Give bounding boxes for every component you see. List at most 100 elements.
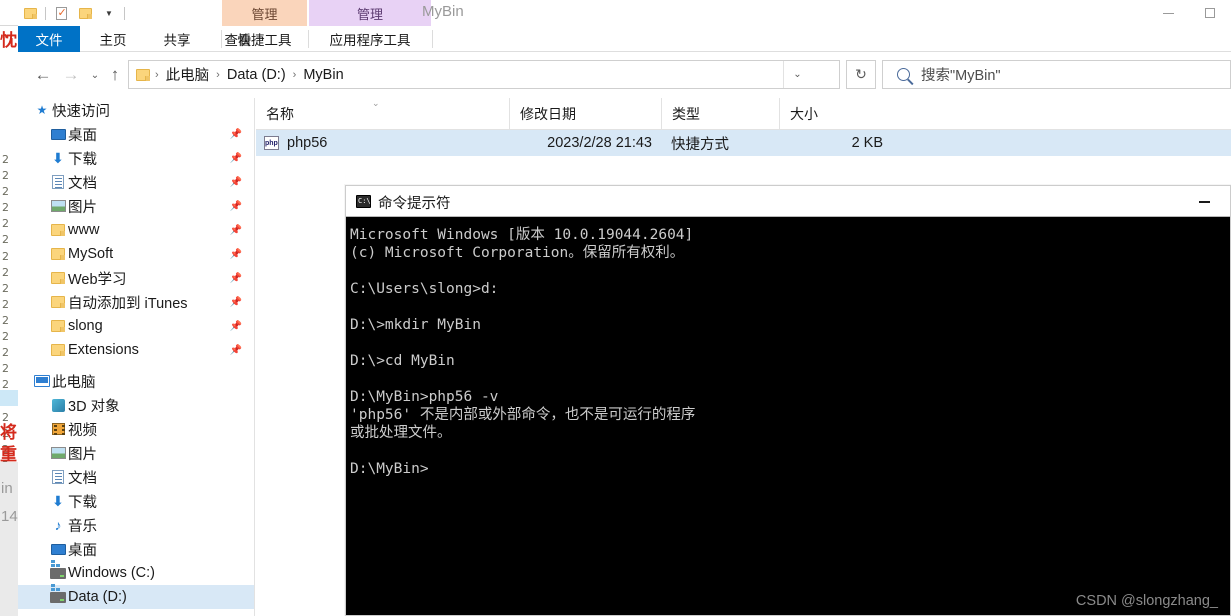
drive-icon [48,587,68,603]
sidebar-item-downloads-pc[interactable]: ⬇ 下载 [18,489,254,513]
sidebar-item-www[interactable]: www 📌 [18,218,254,242]
tab-application-tools[interactable]: 应用程序工具 [309,26,431,52]
address-bar[interactable]: › 此电脑 › Data (D:) › MyBin ⌄ [128,60,840,89]
breadcrumb-mybin[interactable]: MyBin [301,67,345,83]
column-header-type[interactable]: 类型 [661,98,779,130]
new-folder-icon[interactable] [73,1,97,25]
sidebar-item-label: slong [68,318,103,334]
column-label-type: 类型 [672,106,700,122]
tab-shortcut-tools[interactable]: 快捷工具 [222,26,307,52]
sidebar-item-documents[interactable]: 文档 📌 [18,170,254,194]
pin-icon[interactable]: 📌 [230,129,242,140]
pin-icon[interactable]: 📌 [230,177,242,188]
sidebar-group-quick-access[interactable]: ★ 快速访问 [18,98,254,122]
contextual-group-label-1: 管理 [251,6,278,22]
console-line: D:\MyBin>php56 -v [350,389,499,405]
recent-locations-icon[interactable]: ⌄ [84,64,106,86]
sidebar-item-label: www [68,222,100,238]
pin-icon[interactable]: 📌 [230,249,242,260]
pin-icon[interactable]: 📌 [230,201,242,212]
column-header-modified[interactable]: 修改日期 [509,98,661,130]
pin-star-icon: ★ [36,103,48,117]
column-header-name[interactable]: 名称 ⌄ [256,98,509,130]
download-icon: ⬇ [52,150,64,166]
maximize-button[interactable] [1189,0,1231,26]
sidebar-group-this-pc[interactable]: 此电脑 [18,369,254,393]
watermark: CSDN @slongzhang_ [1075,593,1218,609]
download-icon: ⬇ [52,493,64,509]
pin-icon[interactable]: 📌 [230,321,242,332]
sidebar-item-downloads[interactable]: ⬇ 下载 📌 [18,146,254,170]
background-window-sliver: 忱 222 222 222 222 222 222 222 222 将 重 in… [0,0,18,616]
console-line: (c) Microsoft Corporation。保留所有权利。 [350,245,685,261]
pin-icon[interactable]: 📌 [230,153,242,164]
sidebar-item-documents-pc[interactable]: 文档 [18,465,254,489]
address-folder-icon [136,68,150,81]
minimize-button[interactable] [1147,0,1189,26]
navigation-pane[interactable]: ★ 快速访问 桌面 📌 ⬇ 下载 📌 文档 📌 图片 📌 www 📌 MySof… [18,98,255,616]
sidebar-item-3d-objects[interactable]: 3D 对象 [18,393,254,417]
titlebar: ▼ 管理 管理 MyBin [18,0,1231,26]
command-prompt-window[interactable]: 命令提示符 Microsoft Windows [版本 10.0.19044.2… [345,185,1231,616]
tab-home[interactable]: 主页 [80,26,146,52]
sidebar-item-label: 图片 [68,199,97,216]
breadcrumb-data-d[interactable]: Data (D:) [225,67,288,83]
column-header-size[interactable]: 大小 [779,98,879,130]
console-output[interactable]: Microsoft Windows [版本 10.0.19044.2604] (… [346,217,1230,615]
console-minimize-button[interactable] [1188,186,1220,217]
address-dropdown-icon[interactable]: ⌄ [783,61,811,88]
breadcrumb-separator-0: › [155,68,159,81]
sidebar-item-label: 图片 [68,446,97,463]
sidebar-label-this-pc: 此电脑 [52,374,96,391]
sidebar-item-desktop[interactable]: 桌面 📌 [18,122,254,146]
folder-icon [48,272,68,284]
sidebar-item-extensions[interactable]: Extensions 📌 [18,338,254,362]
breadcrumb-this-pc[interactable]: 此电脑 [164,64,212,85]
pin-icon[interactable]: 📌 [230,225,242,236]
sidebar-item-label: 3D 对象 [68,398,120,415]
file-name-cell[interactable]: php56 [264,130,327,156]
sidebar-item-data-d[interactable]: Data (D:) [18,585,254,609]
folder-icon[interactable] [18,1,42,25]
search-box[interactable]: 搜索"MyBin" [882,60,1231,89]
sidebar-item-label: 文档 [68,175,97,192]
sidebar-item-label: Extensions [68,342,139,358]
pin-icon[interactable]: 📌 [230,345,242,356]
desktop-icon [48,128,68,140]
table-row[interactable]: php56 2023/2/28 21:43 快捷方式 2 KB [256,130,1231,156]
customize-dropdown-icon[interactable]: ▼ [97,1,121,25]
sidebar-item-videos[interactable]: 视频 [18,417,254,441]
sidebar-item-mysoft[interactable]: MySoft 📌 [18,242,254,266]
refresh-button[interactable]: ↻ [846,60,876,89]
sidebar-item-desktop-pc[interactable]: 桌面 [18,537,254,561]
tab-divider-3 [432,30,433,48]
sidebar-item-pictures-pc[interactable]: 图片 [18,441,254,465]
sidebar-item-web-study[interactable]: Web学习 📌 [18,266,254,290]
contextual-group-header-application-tools: 管理 [309,0,431,26]
refresh-icon: ↻ [855,66,867,82]
tab-file[interactable]: 文件 [18,26,80,52]
sidebar-item-slong[interactable]: slong 📌 [18,314,254,338]
properties-icon[interactable] [49,1,73,25]
sidebar-label-quick-access: 快速访问 [52,103,110,120]
forward-icon[interactable]: → [60,64,82,86]
console-line: D:\>mkdir MyBin [350,317,481,333]
background-selected-row [0,390,18,406]
up-icon[interactable]: ↑ [104,64,126,86]
background-red-char-1: 忱 [0,31,17,51]
background-window-titlebar [0,0,18,26]
back-icon[interactable]: ← [32,64,54,86]
sidebar-item-pictures[interactable]: 图片 📌 [18,194,254,218]
sidebar-item-windows-c[interactable]: Windows (C:) [18,561,254,585]
column-label-name: 名称 [266,106,294,122]
pin-icon[interactable]: 📌 [230,273,242,284]
tab-share[interactable]: 共享 [146,26,208,52]
sidebar-item-music[interactable]: ♪ 音乐 [18,513,254,537]
search-input[interactable]: 搜索"MyBin" [921,64,1001,85]
pin-icon[interactable]: 📌 [230,297,242,308]
breadcrumb-separator-1: › [216,68,220,81]
column-label-size: 大小 [790,106,818,122]
toolbar-divider [45,6,46,20]
sidebar-item-itunes-auto-add[interactable]: 自动添加到 iTunes 📌 [18,290,254,314]
